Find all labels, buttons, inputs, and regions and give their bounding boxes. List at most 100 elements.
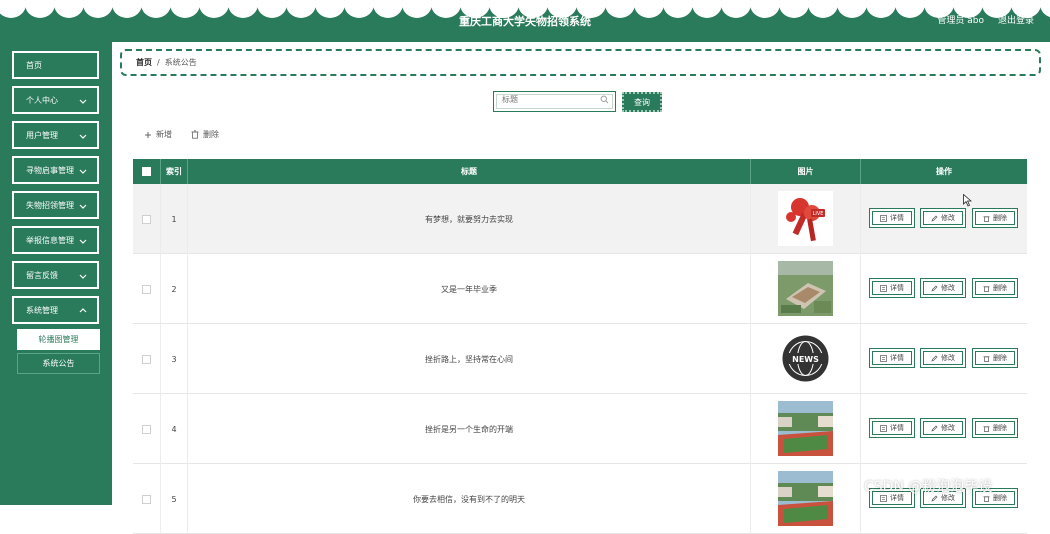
trash-icon <box>983 355 990 362</box>
sidebar-item-label: 失物招领管理 <box>26 200 74 210</box>
row-title: 挫折路上，坚持常在心间 <box>188 324 751 394</box>
chevron-down-icon <box>79 99 87 104</box>
row-image <box>751 254 861 324</box>
delete-button-label: 删除 <box>993 284 1007 292</box>
row-index: 5 <box>161 464 188 534</box>
detail-button-label: 详情 <box>890 424 904 432</box>
edit-button-label: 修改 <box>941 214 955 222</box>
logout-link[interactable]: 退出登录 <box>998 13 1034 26</box>
row-operations: 详情 修改 删除 <box>861 254 1027 324</box>
search-icon <box>600 95 609 104</box>
row-operations: 详情 修改 删除 <box>861 394 1027 464</box>
sidebar-item-user-management[interactable]: 用户管理 <box>12 121 99 149</box>
row-select-cell <box>133 324 161 394</box>
edit-button[interactable]: 修改 <box>920 208 966 228</box>
document-icon <box>880 424 887 432</box>
svg-text:NEWS: NEWS <box>792 355 819 364</box>
row-image: NEWS <box>751 324 861 394</box>
top-header: 重庆工商大学失物招领系统 管理员 abo 退出登录 <box>0 0 1050 42</box>
edit-button[interactable]: 修改 <box>920 348 966 368</box>
campus-aerial-image <box>778 260 833 318</box>
sidebar-item-label: 举报信息管理 <box>26 235 74 245</box>
breadcrumb: 首页 / 系统公告 <box>120 49 1041 76</box>
header-operations: 操作 <box>936 167 952 176</box>
plus-icon <box>145 131 151 138</box>
delete-button[interactable]: 删除 <box>972 278 1018 298</box>
detail-button[interactable]: 详情 <box>869 208 915 228</box>
app-title: 重庆工商大学失物招领系统 <box>459 15 591 28</box>
current-user: 管理员 abo <box>937 16 984 26</box>
row-checkbox[interactable] <box>142 424 151 434</box>
edit-button-label: 修改 <box>941 424 955 432</box>
svg-text:LIVE: LIVE <box>813 211 824 217</box>
search-box <box>493 91 616 112</box>
sidebar-item-home[interactable]: 首页 <box>12 51 99 79</box>
row-checkbox[interactable] <box>142 494 151 504</box>
table-row: 1 有梦想，就要努力去实现 LIVE 详情 修改 删除 <box>133 184 1027 254</box>
detail-button-label: 详情 <box>890 354 904 362</box>
edit-icon <box>931 355 938 362</box>
row-select-cell <box>133 184 161 254</box>
trash-icon <box>983 215 990 222</box>
detail-button[interactable]: 详情 <box>869 278 915 298</box>
header-select-all[interactable] <box>133 159 161 184</box>
sidebar-item-label: 系统管理 <box>26 305 58 315</box>
sidebar-item-feedback[interactable]: 留言反馈 <box>12 261 99 289</box>
edit-icon <box>931 215 938 222</box>
row-index: 2 <box>161 254 188 324</box>
breadcrumb-home[interactable]: 首页 <box>136 57 152 68</box>
sidebar-item-lost-notice[interactable]: 寻物启事管理 <box>12 156 99 184</box>
delete-button[interactable]: 删除 <box>972 348 1018 368</box>
delete-button-label: 删除 <box>993 494 1007 502</box>
sidebar-item-system[interactable]: 系统管理 <box>12 296 99 324</box>
breadcrumb-current: 系统公告 <box>164 58 197 67</box>
row-select-cell <box>133 394 161 464</box>
detail-button[interactable]: 详情 <box>869 348 915 368</box>
row-index: 4 <box>161 394 188 464</box>
add-button[interactable]: 新增 <box>144 129 172 140</box>
select-all-checkbox[interactable] <box>142 167 151 176</box>
row-checkbox[interactable] <box>142 214 151 224</box>
table-row: 5 你要去相信，没有到不了的明天 详情 修改 删除 <box>133 464 1027 534</box>
row-title: 又是一年毕业季 <box>188 254 751 324</box>
row-checkbox[interactable] <box>142 354 151 364</box>
sidebar-item-label: 寻物启事管理 <box>26 165 74 175</box>
table-row: 3 挫折路上，坚持常在心间 NEWS 详情 修改 删除 <box>133 324 1027 394</box>
sidebar-item-personal-center[interactable]: 个人中心 <box>12 86 99 114</box>
submenu-item-announcement[interactable]: 系统公告 <box>17 353 100 374</box>
delete-button-label: 删除 <box>993 424 1007 432</box>
sidebar-item-label: 用户管理 <box>26 130 58 140</box>
trash-icon <box>983 425 990 432</box>
delete-button[interactable]: 删除 <box>972 208 1018 228</box>
chevron-down-icon <box>79 134 87 139</box>
row-title: 你要去相信，没有到不了的明天 <box>188 464 751 534</box>
watermark: CSDN @粉泡泡毕设 <box>864 479 993 495</box>
edit-button[interactable]: 修改 <box>920 278 966 298</box>
sports-field-image <box>778 400 833 458</box>
table-row: 2 又是一年毕业季 详情 修改 删除 <box>133 254 1027 324</box>
row-index: 3 <box>161 324 188 394</box>
breadcrumb-separator: / <box>157 58 160 67</box>
row-image: LIVE <box>751 184 861 254</box>
submenu-item-carousel[interactable]: 轮播图管理 <box>17 329 100 350</box>
mouse-cursor-icon <box>963 194 972 207</box>
search-input[interactable] <box>502 94 592 105</box>
sidebar-item-found-items[interactable]: 失物招领管理 <box>12 191 99 219</box>
sidebar-item-report-info[interactable]: 举报信息管理 <box>12 226 99 254</box>
row-select-cell <box>133 254 161 324</box>
delete-button[interactable]: 删除 <box>972 418 1018 438</box>
add-button-label: 新增 <box>156 130 172 139</box>
chevron-up-icon <box>79 308 87 313</box>
batch-delete-button[interactable]: 删除 <box>191 129 219 140</box>
detail-button[interactable]: 详情 <box>869 418 915 438</box>
edit-button[interactable]: 修改 <box>920 418 966 438</box>
query-button[interactable]: 查询 <box>622 92 662 112</box>
header-index: 索引 <box>161 159 188 184</box>
row-checkbox[interactable] <box>142 284 151 294</box>
news-globe-image: NEWS <box>778 330 833 388</box>
row-index: 1 <box>161 184 188 254</box>
live-microphone-image: LIVE <box>778 190 833 248</box>
row-operations: 详情 修改 删除 <box>861 324 1027 394</box>
edit-button-label: 修改 <box>941 354 955 362</box>
document-icon <box>880 284 887 292</box>
